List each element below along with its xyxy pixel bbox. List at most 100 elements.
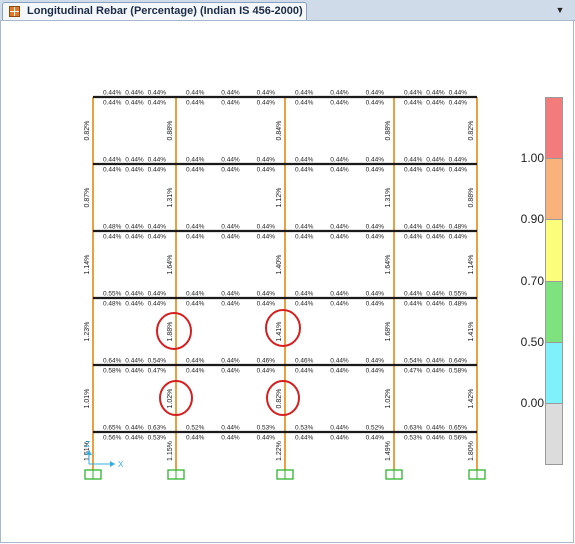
beam-rebar-label: 0.48% [103, 224, 122, 231]
beam-rebar-label: 0.44% [186, 358, 205, 365]
beam-rebar-label: 0.44% [426, 425, 445, 432]
column-rebar-label: 1.22% [276, 441, 283, 461]
beam-rebar-label: 0.44% [330, 358, 349, 365]
legend-tick-label: 0.50 [520, 335, 544, 349]
beam-rebar-label: 0.44% [125, 358, 144, 365]
beam-rebar-label: 0.44% [426, 167, 445, 174]
beam-rebar-label: 0.44% [257, 157, 276, 164]
legend-tick-label: 0.00 [520, 396, 544, 410]
beam-rebar-label: 0.44% [148, 90, 167, 97]
column-rebar-label: 1.49% [385, 441, 392, 461]
beam-rebar-label: 0.52% [366, 425, 385, 432]
beam-rebar-label: 0.46% [295, 358, 314, 365]
beam-rebar-label: 0.44% [330, 425, 349, 432]
column-rebar-label: 1.31% [167, 188, 174, 208]
beam-rebar-label: 0.44% [103, 234, 122, 241]
beam-rebar-label: 0.44% [330, 90, 349, 97]
beam-rebar-label: 0.54% [148, 358, 167, 365]
legend-tick-label: 0.70 [520, 274, 544, 288]
beam-rebar-label: 0.44% [449, 234, 468, 241]
beam-rebar-label: 0.44% [426, 234, 445, 241]
beam-rebar-label: 0.53% [404, 435, 423, 442]
column-rebar-label: 1.41% [468, 322, 475, 342]
beam-rebar-label: 0.44% [148, 301, 167, 308]
beam-rebar-label: 0.44% [366, 167, 385, 174]
column-rebar-label: 1.23% [84, 322, 91, 342]
beam-rebar-label: 0.44% [148, 167, 167, 174]
beam-rebar-label: 0.47% [404, 368, 423, 375]
column-rebar-label: 1.42% [468, 389, 475, 409]
beam-rebar-label: 0.44% [148, 100, 167, 107]
beam-rebar-label: 0.65% [449, 425, 468, 432]
chevron-down-icon[interactable]: ▼ [553, 3, 567, 17]
beam-rebar-label: 0.46% [257, 358, 276, 365]
legend-color-band [545, 281, 563, 343]
beam-rebar-label: 0.44% [426, 291, 445, 298]
column-rebar-label: 1.01% [84, 389, 91, 409]
column-rebar-label: 1.64% [167, 255, 174, 275]
beam-rebar-label: 0.44% [404, 291, 423, 298]
column-rebar-label: 1.41% [276, 322, 283, 342]
beam-rebar-label: 0.44% [366, 234, 385, 241]
beam-rebar-label: 0.44% [257, 100, 276, 107]
beam-rebar-label: 0.44% [148, 157, 167, 164]
beam-rebar-label: 0.44% [257, 234, 276, 241]
beam-rebar-label: 0.44% [257, 224, 276, 231]
beam-rebar-label: 0.44% [426, 301, 445, 308]
beam-rebar-label: 0.44% [449, 90, 468, 97]
beam-rebar-label: 0.44% [404, 234, 423, 241]
beam-rebar-label: 0.44% [330, 157, 349, 164]
beam-rebar-label: 0.44% [426, 368, 445, 375]
x-axis-arrow-icon [110, 461, 115, 467]
beam-rebar-label: 0.44% [125, 157, 144, 164]
red-markup-circle [156, 312, 192, 350]
beam-rebar-label: 0.58% [103, 368, 122, 375]
beam-rebar-label: 0.44% [330, 167, 349, 174]
column-rebar-label: 1.80% [468, 441, 475, 461]
beam-rebar-label: 0.44% [221, 224, 240, 231]
beam-rebar-label: 0.44% [221, 291, 240, 298]
beam-rebar-label: 0.44% [221, 90, 240, 97]
column-rebar-label: 1.15% [167, 441, 174, 461]
beam-rebar-label: 0.44% [330, 435, 349, 442]
beam-rebar-label: 0.53% [295, 425, 314, 432]
beam-rebar-label: 0.44% [221, 435, 240, 442]
beam-rebar-label: 0.65% [103, 425, 122, 432]
beam-rebar-label: 0.63% [148, 425, 167, 432]
beam-rebar-label: 0.44% [103, 100, 122, 107]
legend-color-band [545, 403, 563, 465]
red-markup-circle [266, 380, 300, 416]
beam-rebar-label: 0.44% [186, 234, 205, 241]
beam-rebar-label: 0.44% [221, 425, 240, 432]
beam-rebar-label: 0.44% [221, 167, 240, 174]
red-markup-circle [265, 309, 301, 347]
beam-rebar-label: 0.44% [186, 90, 205, 97]
beam-rebar-label: 0.44% [295, 368, 314, 375]
column-rebar-label: 1.14% [468, 255, 475, 275]
beam-rebar-label: 0.44% [426, 100, 445, 107]
beam-rebar-label: 0.44% [295, 291, 314, 298]
beam-rebar-label: 0.44% [186, 368, 205, 375]
legend-color-band [545, 219, 563, 282]
column-rebar-label: 0.88% [167, 121, 174, 141]
beam-rebar-label: 0.44% [330, 234, 349, 241]
column-rebar-label: 0.87% [84, 188, 91, 208]
beam-rebar-label: 0.44% [295, 234, 314, 241]
beam-rebar-label: 0.44% [125, 100, 144, 107]
beam-rebar-label: 0.44% [295, 301, 314, 308]
column-rebar-label: 1.02% [385, 389, 392, 409]
beam-rebar-label: 0.44% [295, 224, 314, 231]
beam-rebar-label: 0.44% [257, 435, 276, 442]
beam-rebar-label: 0.48% [103, 301, 122, 308]
beam-rebar-label: 0.44% [404, 167, 423, 174]
legend-color-band [545, 342, 563, 404]
beam-rebar-label: 0.44% [404, 301, 423, 308]
legend-tick-label: 0.90 [520, 212, 544, 226]
beam-rebar-label: 0.44% [125, 425, 144, 432]
beam-rebar-label: 0.44% [366, 358, 385, 365]
beam-rebar-label: 0.44% [295, 435, 314, 442]
beam-rebar-label: 0.44% [366, 435, 385, 442]
column-rebar-label: 0.82% [468, 121, 475, 141]
beam-rebar-label: 0.44% [404, 224, 423, 231]
beam-rebar-label: 0.44% [295, 157, 314, 164]
